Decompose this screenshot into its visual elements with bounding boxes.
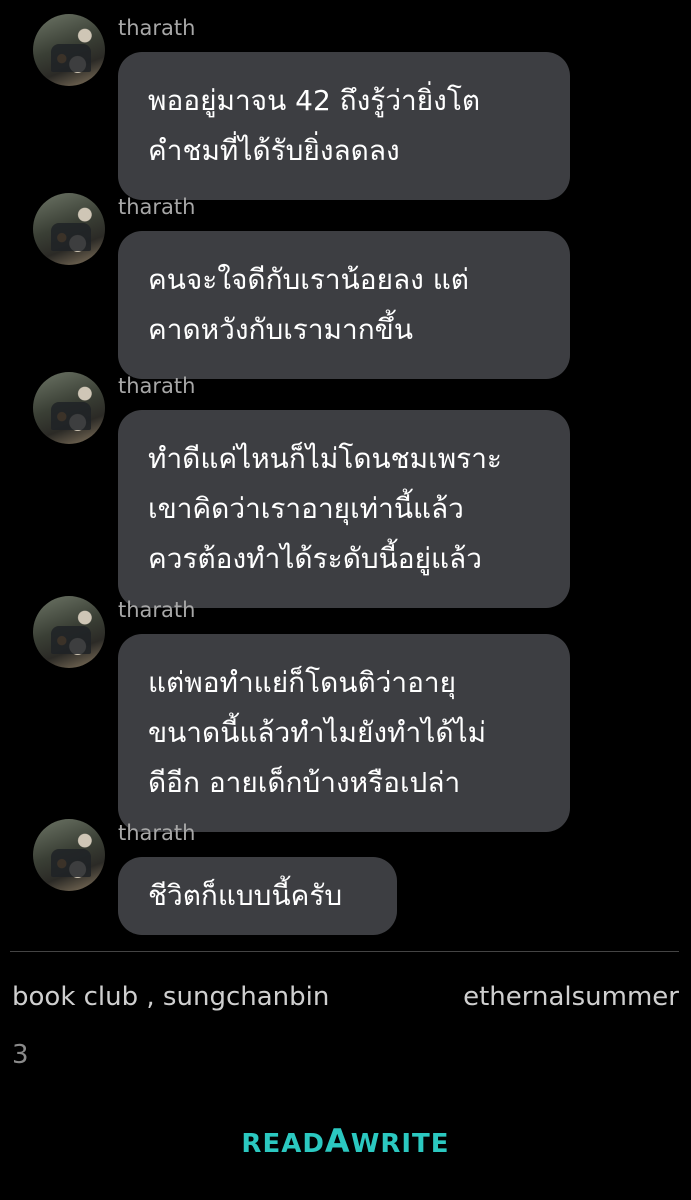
message-line: แต่พอทำแย่ก็โดนติว่าอายุ — [148, 666, 457, 699]
page-number: 3 — [12, 1040, 29, 1070]
avatar[interactable] — [33, 596, 105, 668]
avatar[interactable] — [33, 372, 105, 444]
message-line: เขาคิดว่าเราอายุเท่านี้แล้ว — [148, 492, 464, 525]
username: tharath — [118, 374, 196, 398]
message-line: พออยู่มาจน 42 ถึงรู้ว่ายิ่งโต — [148, 84, 481, 117]
message-bubble: แต่พอทำแย่ก็โดนติว่าอายุ ขนาดนี้แล้วทำไม… — [118, 634, 570, 832]
message-bubble: คนจะใจดีกับเราน้อยลง แต่ คาดหวังกับเรามา… — [118, 231, 570, 379]
readawrite-logo: READAWRITE — [0, 1122, 691, 1160]
username: tharath — [118, 598, 196, 622]
message-line: ดีอีก อายเด็กบ้างหรือเปล่า — [148, 766, 461, 799]
message-line: คาดหวังกับเรามากขึ้น — [148, 313, 413, 346]
logo-text-read: READ — [241, 1129, 325, 1159]
message-line: คำชมที่ได้รับยิ่งลดลง — [148, 134, 400, 167]
message-bubble: ทำดีแค่ไหนก็ไม่โดนชมเพราะ เขาคิดว่าเราอา… — [118, 410, 570, 608]
footer-author: ethernalsummer — [463, 982, 679, 1012]
message-line: ทำดีแค่ไหนก็ไม่โดนชมเพราะ — [148, 442, 502, 475]
message-line: ควรต้องทำได้ระดับนี้อยู่แล้ว — [148, 542, 482, 575]
message-line: ขนาดนี้แล้วทำไมยังทำได้ไม่ — [148, 716, 487, 749]
username: tharath — [118, 16, 196, 40]
avatar[interactable] — [33, 193, 105, 265]
message-line: คนจะใจดีกับเราน้อยลง แต่ — [148, 263, 469, 296]
username: tharath — [118, 195, 196, 219]
message-bubble: ชีวิตก็แบบนี้ครับ — [118, 857, 397, 935]
message-bubble: พออยู่มาจน 42 ถึงรู้ว่ายิ่งโต คำชมที่ได้… — [118, 52, 570, 200]
avatar[interactable] — [33, 819, 105, 891]
logo-text-write: WRITE — [350, 1129, 450, 1159]
divider — [10, 951, 679, 952]
username: tharath — [118, 821, 196, 845]
avatar[interactable] — [33, 14, 105, 86]
message-line: ชีวิตก็แบบนี้ครับ — [148, 879, 343, 912]
logo-text-a: A — [324, 1122, 351, 1160]
footer-credit: book club , sungchanbin — [12, 982, 330, 1012]
